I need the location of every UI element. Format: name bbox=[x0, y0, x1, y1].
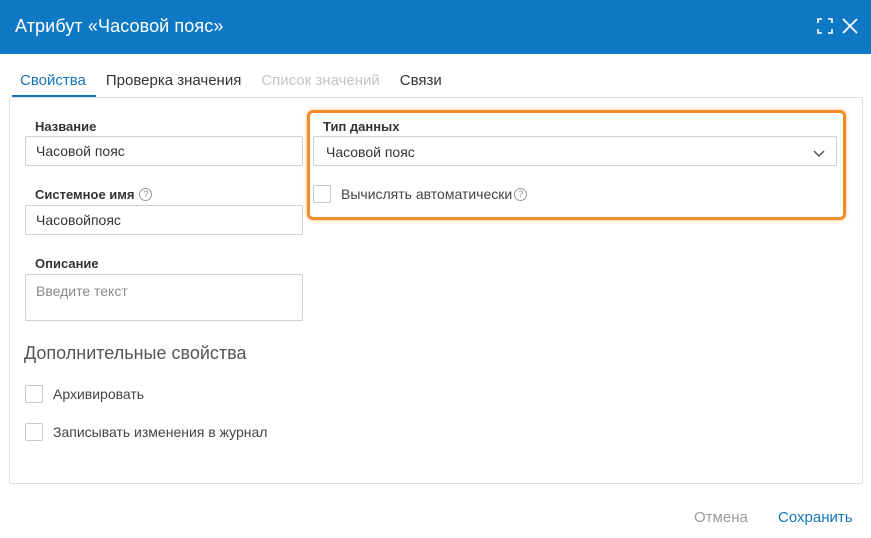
archive-label: Архивировать bbox=[53, 386, 145, 402]
data-type-label: Тип данных bbox=[323, 119, 399, 134]
close-icon[interactable] bbox=[840, 16, 860, 36]
log-changes-checkbox[interactable] bbox=[25, 423, 43, 441]
archive-checkbox[interactable] bbox=[25, 385, 43, 403]
system-name-input[interactable] bbox=[25, 205, 303, 235]
archive-option[interactable]: Архивировать bbox=[25, 385, 144, 403]
tab-bar: Свойства Проверка значения Список значен… bbox=[12, 66, 452, 97]
additional-properties-title: Дополнительные свойства bbox=[24, 343, 247, 363]
auto-calc-option[interactable]: Вычислять автоматически ? bbox=[313, 185, 528, 203]
system-name-label: Системное имя ? bbox=[35, 187, 153, 202]
cancel-button[interactable]: Отмена bbox=[694, 509, 748, 526]
log-changes-option[interactable]: Записывать изменения в журнал bbox=[25, 423, 267, 441]
chevron-down-icon bbox=[812, 146, 826, 162]
name-label-text: Название bbox=[35, 119, 97, 134]
auto-calc-checkbox[interactable] bbox=[313, 185, 331, 203]
question-circle-icon[interactable]: ? bbox=[514, 187, 528, 201]
name-label: Название bbox=[35, 119, 96, 134]
data-type-select[interactable]: Часовой пояс bbox=[313, 136, 837, 166]
auto-calc-label: Вычислять автоматически bbox=[341, 186, 513, 202]
dialog-titlebar: Атрибут «Часовой пояс» bbox=[0, 0, 871, 54]
description-textarea[interactable] bbox=[25, 274, 303, 321]
system-name-label-text: Системное имя bbox=[35, 187, 135, 202]
dialog-title: Атрибут «Часовой пояс» bbox=[15, 16, 224, 36]
log-changes-label: Записывать изменения в журнал bbox=[53, 424, 268, 440]
expand-icon[interactable] bbox=[815, 16, 835, 36]
question-circle-icon[interactable]: ? bbox=[139, 188, 153, 201]
data-type-label-text: Тип данных bbox=[323, 119, 400, 134]
save-button[interactable]: Сохранить bbox=[778, 509, 853, 526]
tab-links[interactable]: Связи bbox=[390, 66, 452, 97]
description-label: Описание bbox=[35, 256, 99, 271]
tab-properties[interactable]: Свойства bbox=[12, 66, 96, 97]
name-input[interactable] bbox=[25, 136, 303, 166]
description-label-text: Описание bbox=[35, 256, 99, 271]
tab-value-list: Список значений bbox=[261, 72, 380, 89]
tab-value-check[interactable]: Проверка значения bbox=[96, 66, 251, 97]
data-type-selected-value: Часовой пояс bbox=[326, 144, 415, 160]
